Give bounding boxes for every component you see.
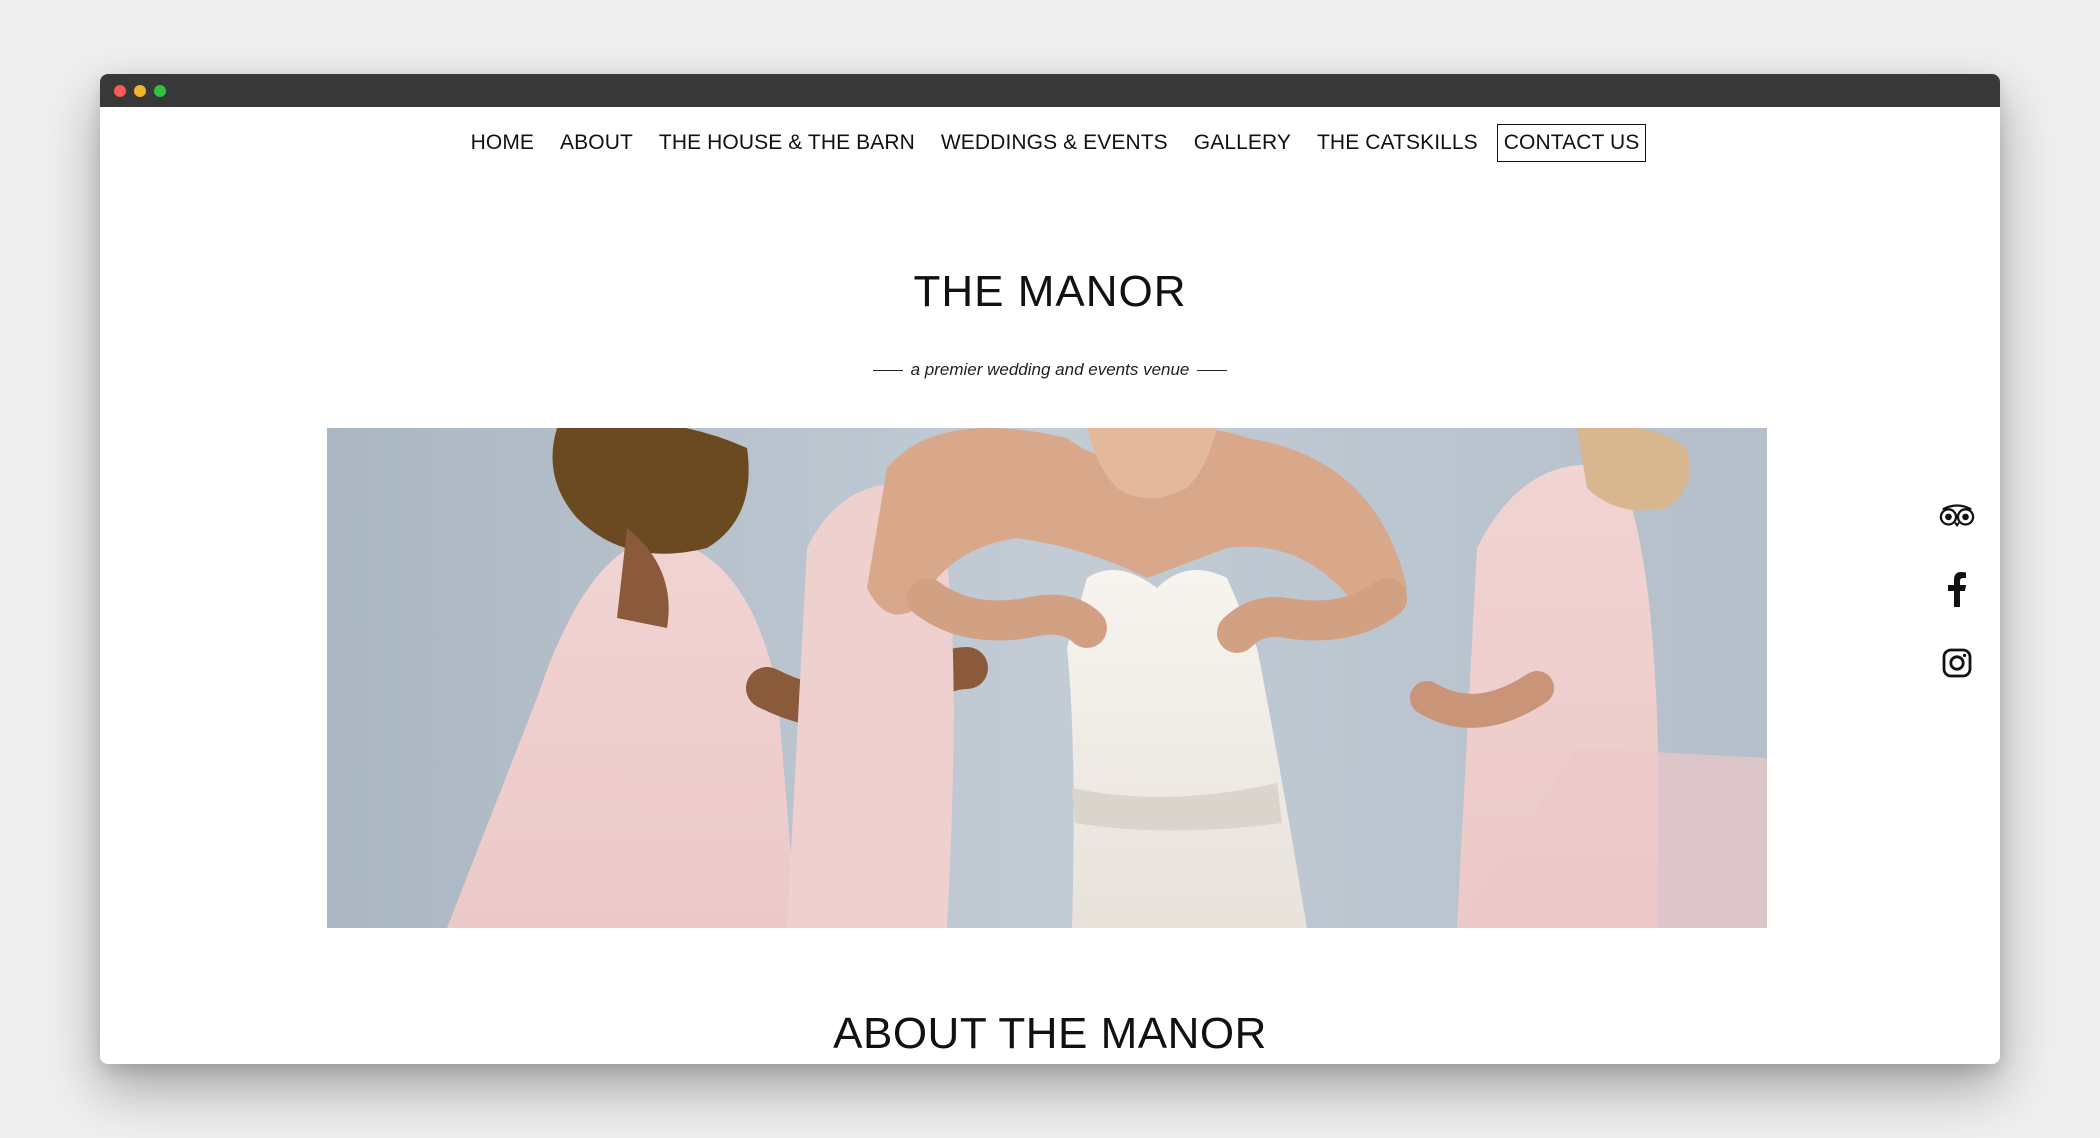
tagline-text: a premier wedding and events venue xyxy=(910,360,1190,379)
instagram-icon[interactable] xyxy=(1939,645,1975,681)
nav-contact-us-button[interactable]: CONTACT US xyxy=(1496,124,1647,162)
hero-photo-illustration xyxy=(327,428,1767,928)
hero-image xyxy=(327,428,1767,928)
nav-weddings-events[interactable]: WEDDINGS & EVENTS xyxy=(934,126,1175,160)
minimize-window-button[interactable] xyxy=(134,84,146,97)
nav-about[interactable]: ABOUT xyxy=(553,126,640,160)
tagline-rule-left xyxy=(872,369,903,371)
window-titlebar xyxy=(100,74,2000,107)
nav-house-barn[interactable]: THE HOUSE & THE BARN xyxy=(652,126,922,160)
close-window-button[interactable] xyxy=(114,84,126,97)
nav-catskills[interactable]: THE CATSKILLS xyxy=(1310,126,1485,160)
about-section-title: ABOUT THE MANOR xyxy=(833,1009,1267,1058)
social-links xyxy=(1934,497,1980,681)
maximize-window-button[interactable] xyxy=(154,84,166,97)
tripadvisor-icon[interactable] xyxy=(1939,497,1975,533)
facebook-icon[interactable] xyxy=(1939,571,1975,607)
tagline: a premier wedding and events venue xyxy=(100,360,2000,380)
main-nav: HOME ABOUT THE HOUSE & THE BARN WEDDINGS… xyxy=(100,124,2000,162)
nav-gallery[interactable]: GALLERY xyxy=(1187,126,1298,160)
browser-window: HOME ABOUT THE HOUSE & THE BARN WEDDINGS… xyxy=(100,74,2000,1064)
page-title: THE MANOR xyxy=(913,267,1187,316)
page-content: HOME ABOUT THE HOUSE & THE BARN WEDDINGS… xyxy=(100,107,2000,1064)
nav-home[interactable]: HOME xyxy=(464,126,541,160)
tagline-rule-right xyxy=(1197,369,1228,371)
